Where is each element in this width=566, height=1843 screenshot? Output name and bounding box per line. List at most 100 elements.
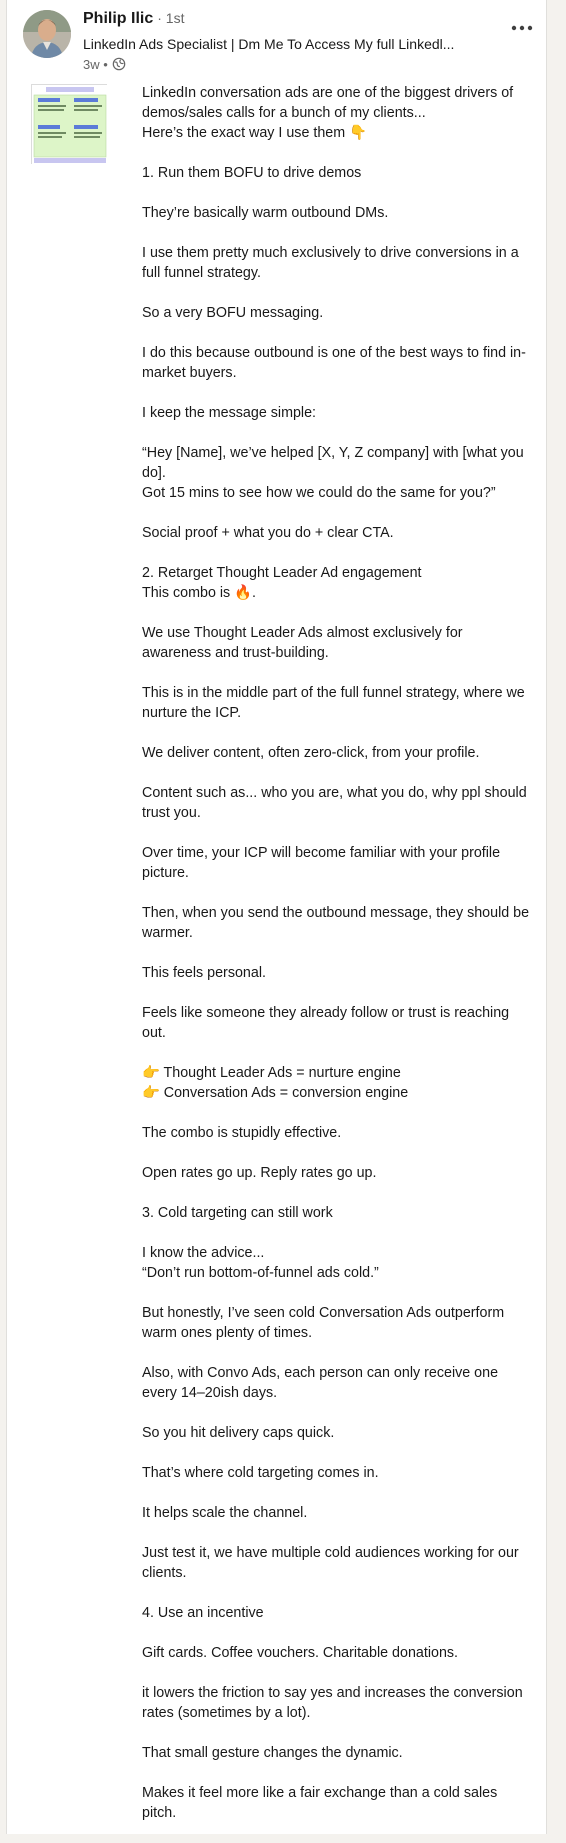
post-text-line: This feels personal.: [142, 965, 266, 981]
post-text-line: This is in the middle part of the full f…: [142, 685, 525, 701]
post-body-text: LinkedIn conversation ads are one of the…: [142, 83, 542, 1843]
post-paragraph: Content such as... who you are, what you…: [142, 783, 542, 823]
post-paragraph: it lowers the friction to say yes and in…: [142, 1683, 542, 1723]
post-text-line: The combo is stupidly effective.: [142, 1125, 342, 1141]
post-text-line: clients.: [142, 1565, 187, 1581]
post-text-line: picture.: [142, 865, 189, 881]
post-paragraph: But honestly, I’ve seen cold Conversatio…: [142, 1303, 542, 1343]
post-text-line: Here’s the exact way I use them 👇: [142, 125, 367, 141]
post-text-line: Over time, your ICP will become familiar…: [142, 845, 501, 861]
post-paragraph: 2. Retarget Thought Leader Ad engagement…: [142, 563, 542, 603]
post-text-line: We deliver content, often zero-click, fr…: [142, 745, 480, 761]
post-text-line: awareness and trust-building.: [142, 645, 329, 661]
post-text-line: 👉 Thought Leader Ads = nurture engine: [142, 1065, 401, 1081]
post-paragraph: That small gesture changes the dynamic.: [142, 1743, 542, 1763]
post-text-line: Open rates go up. Reply rates go up.: [142, 1165, 377, 1181]
post-paragraph: Social proof + what you do + clear CTA.: [142, 523, 542, 543]
post-text-line: I do this because outbound is one of the…: [142, 345, 526, 361]
post-paragraph: I keep the message simple:: [142, 403, 542, 423]
post-text-line: But honestly, I’ve seen cold Conversatio…: [142, 1305, 505, 1321]
post-time: 3w •: [83, 56, 108, 72]
post-text-line: It helps scale the channel.: [142, 1505, 308, 1521]
post-text-line: So you hit delivery caps quick.: [142, 1425, 335, 1441]
post-paragraph: 1. Run them BOFU to drive demos: [142, 163, 542, 183]
post-paragraph: Open rates go up. Reply rates go up.: [142, 1163, 542, 1183]
post-text-line: every 14–20ish days.: [142, 1385, 278, 1401]
post-text-line: trust you.: [142, 805, 201, 821]
post-timestamp-row: 3w •: [83, 55, 483, 73]
globe-icon: [112, 57, 126, 71]
post-paragraph: Gift cards. Coffee vouchers. Charitable …: [142, 1643, 542, 1663]
post-paragraph: Feels like someone they already follow o…: [142, 1003, 542, 1043]
author-name[interactable]: Philip Ilic: [83, 10, 153, 28]
more-icon: [511, 25, 533, 31]
post-text-line: out.: [142, 1025, 166, 1041]
post-text-line: Then, when you send the outbound message…: [142, 905, 530, 921]
post-paragraph: That’s where cold targeting comes in.: [142, 1463, 542, 1483]
post-paragraph: 4. Use an incentive: [142, 1603, 542, 1623]
post-text-line: do].: [142, 465, 166, 481]
post-text-line: That small gesture changes the dynamic.: [142, 1745, 403, 1761]
post-text-line: 3. Cold targeting can still work: [142, 1205, 333, 1221]
post-text-line: warm ones plenty of times.: [142, 1325, 313, 1341]
post-text-line: I keep the message simple:: [142, 405, 317, 421]
post-text-line: warmer.: [142, 925, 193, 941]
post-paragraph: “Hey [Name], we’ve helped [X, Y, Z compa…: [142, 443, 542, 503]
post-paragraph: 3. Cold targeting can still work: [142, 1203, 542, 1223]
post-text-line: “Don’t run bottom-of-funnel ads cold.”: [142, 1265, 379, 1281]
post-paragraph: I know the advice... “Don’t run bottom-of…: [142, 1243, 542, 1283]
post-text-line: They’re basically warm outbound DMs.: [142, 205, 389, 221]
post-text-line: 👉 Conversation Ads = conversion engine: [142, 1085, 409, 1101]
feed-post-card: Philip Ilic · 1st LinkedIn Ads Specialis…: [6, 0, 547, 1834]
post-paragraph: LinkedIn conversation ads are one of the…: [142, 83, 542, 143]
post-paragraph: We use Thought Leader Ads almost exclusi…: [142, 623, 542, 663]
post-paragraph: They’re basically warm outbound DMs.: [142, 203, 542, 223]
post-text-line: Got 15 mins to see how we could do the s…: [142, 485, 496, 501]
post-text-line: 1. Run them BOFU to drive demos: [142, 165, 362, 181]
post-paragraph: This feels personal.: [142, 963, 542, 983]
post-text-line: This combo is 🔥.: [142, 585, 256, 601]
post-text-line: Also, with Convo Ads, each person can on…: [142, 1365, 499, 1381]
author-avatar[interactable]: [23, 10, 71, 58]
post-text-line: rates (sometimes by a lot).: [142, 1705, 311, 1721]
post-text-line: I use them pretty much exclusively to dr…: [142, 245, 519, 261]
post-paragraph: I do this because outbound is one of the…: [142, 343, 542, 383]
post-paragraph: Also, with Convo Ads, each person can on…: [142, 1363, 542, 1403]
post-text-line: pitch.: [142, 1805, 177, 1821]
post-text-line: We use Thought Leader Ads almost exclusi…: [142, 625, 463, 641]
more-options-button[interactable]: [505, 16, 539, 40]
post-text-line: 4. Use an incentive: [142, 1605, 264, 1621]
post-paragraph: Just test it, we have multiple cold audi…: [142, 1543, 542, 1583]
post-paragraph: Then, when you send the outbound message…: [142, 903, 542, 943]
post-header: Philip Ilic · 1st LinkedIn Ads Specialis…: [23, 10, 539, 74]
post-text-line: market buyers.: [142, 365, 237, 381]
author-headline: LinkedIn Ads Specialist | Dm Me To Acces…: [83, 36, 455, 52]
post-text-line: So a very BOFU messaging.: [142, 305, 324, 321]
post-paragraph: This is in the middle part of the full f…: [142, 683, 542, 723]
post-paragraph: The combo is stupidly effective.: [142, 1123, 542, 1143]
post-text-line: full funnel strategy.: [142, 265, 261, 281]
post-text-line: I know the advice...: [142, 1245, 265, 1261]
post-text-line: LinkedIn conversation ads are one of the…: [142, 85, 514, 101]
post-text-line: demos/sales calls for a bunch of my clie…: [142, 105, 426, 121]
post-paragraph: We deliver content, often zero-click, fr…: [142, 743, 542, 763]
author-meta: Philip Ilic · 1st LinkedIn Ads Specialis…: [83, 10, 483, 73]
post-text-line: Just test it, we have multiple cold audi…: [142, 1545, 519, 1561]
post-paragraph: Makes it feel more like a fair exchange …: [142, 1783, 542, 1823]
post-paragraph: 👉 Thought Leader Ads = nurture engine 👉 C…: [142, 1063, 542, 1103]
post-text-line: That’s where cold targeting comes in.: [142, 1465, 379, 1481]
post-text-line: 2. Retarget Thought Leader Ad engagement: [142, 565, 422, 581]
post-image-thumbnail[interactable]: [31, 84, 108, 165]
post-text-line: Social proof + what you do + clear CTA.: [142, 525, 394, 541]
post-paragraph: So you hit delivery caps quick.: [142, 1423, 542, 1443]
connection-degree: · 1st: [157, 10, 185, 26]
post-paragraph: It helps scale the channel.: [142, 1503, 542, 1523]
post-text-line: Makes it feel more like a fair exchange …: [142, 1785, 498, 1801]
post-text-line: nurture the ICP.: [142, 705, 242, 721]
post-paragraph: So a very BOFU messaging.: [142, 303, 542, 323]
post-text-line: it lowers the friction to say yes and in…: [142, 1685, 523, 1701]
post-text-line: Feels like someone they already follow o…: [142, 1005, 510, 1021]
post-text-line: Content such as... who you are, what you…: [142, 785, 527, 801]
post-paragraph: I use them pretty much exclusively to dr…: [142, 243, 542, 283]
post-text-line: Gift cards. Coffee vouchers. Charitable …: [142, 1645, 459, 1661]
